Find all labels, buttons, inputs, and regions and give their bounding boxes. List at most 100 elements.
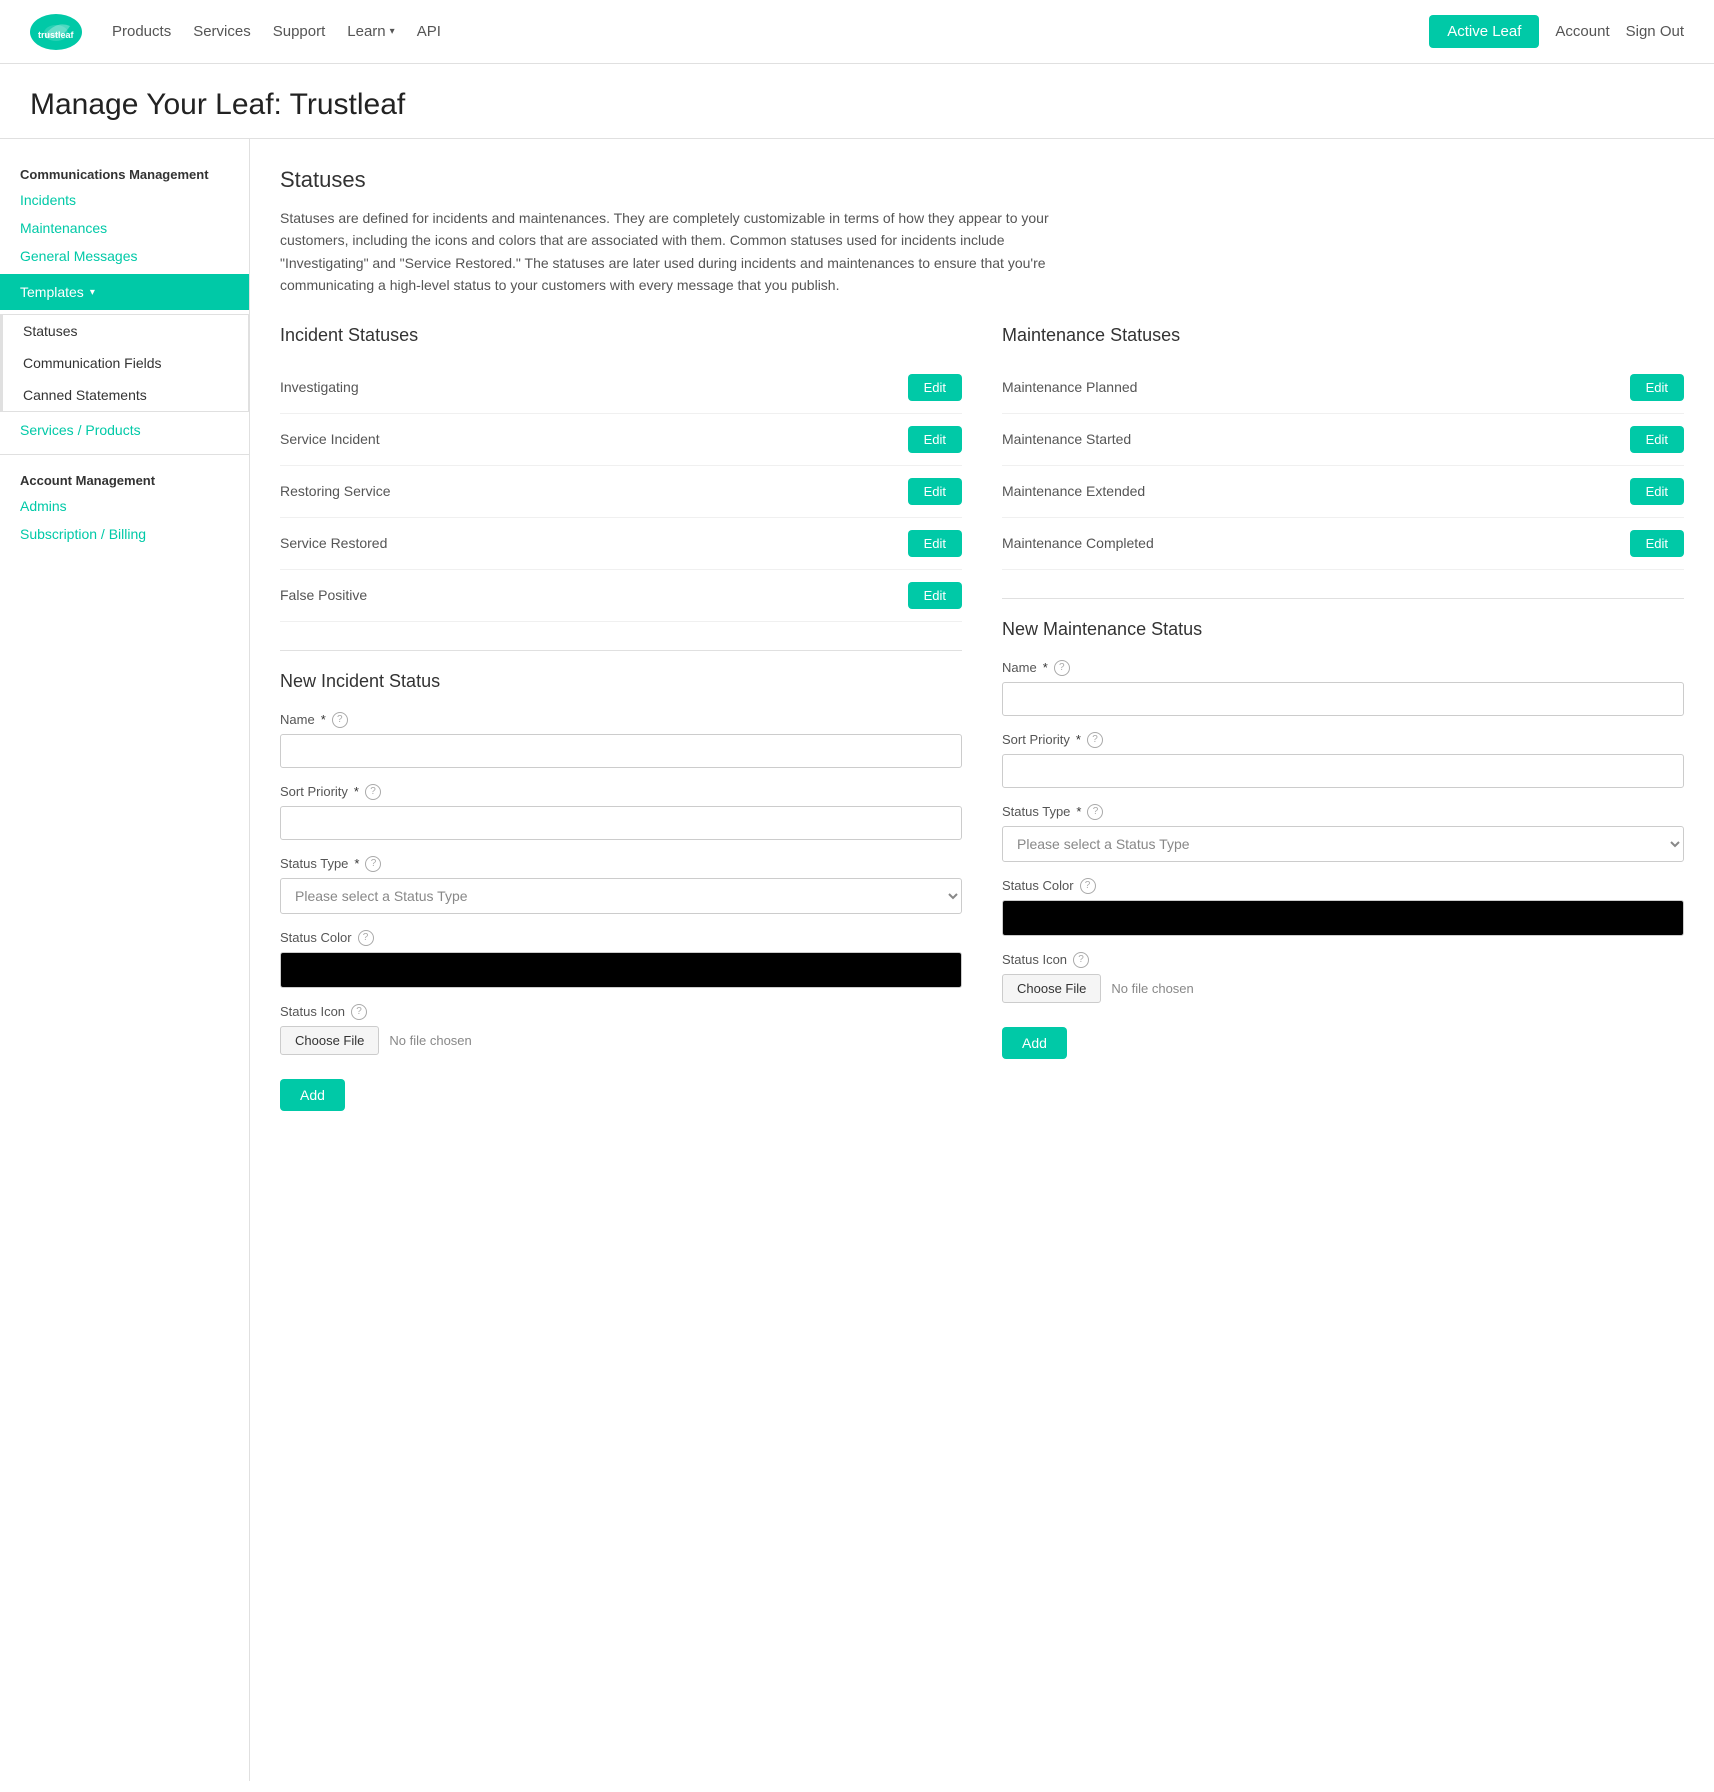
incident-name-input[interactable] [280,734,962,768]
nav-services[interactable]: Services [193,23,251,40]
incident-no-file-text: No file chosen [389,1033,471,1048]
logo[interactable]: trustleaf [30,14,82,50]
table-row: False Positive Edit [280,570,962,622]
edit-restoring-service-button[interactable]: Edit [908,478,962,505]
status-color-help-icon[interactable]: ? [358,930,374,946]
table-row: Investigating Edit [280,362,962,414]
required-star: * [1076,732,1081,747]
status-type-help-icon[interactable]: ? [365,856,381,872]
templates-chevron-icon: ▾ [90,287,95,298]
edit-maintenance-completed-button[interactable]: Edit [1630,530,1684,557]
sidebar-item-statuses[interactable]: Statuses [3,315,248,347]
status-icon-help-icon[interactable]: ? [351,1004,367,1020]
sidebar-templates-button[interactable]: Templates ▾ [0,274,249,310]
maintenance-status-icon-help-icon[interactable]: ? [1073,952,1089,968]
incident-color-swatch[interactable] [280,952,962,988]
incident-status-color-label: Status Color ? [280,930,962,946]
nav-right: Active Leaf Account Sign Out [1429,15,1684,48]
maintenance-status-icon-label: Status Icon ? [1002,952,1684,968]
edit-maintenance-started-button[interactable]: Edit [1630,426,1684,453]
nav-api[interactable]: API [417,23,441,40]
maintenance-choose-file-button[interactable]: Choose File [1002,974,1101,1003]
edit-false-positive-button[interactable]: Edit [908,582,962,609]
new-maintenance-status-section: New Maintenance Status Name * ? Sort Pri… [1002,598,1684,1059]
sidebar-item-general-messages[interactable]: General Messages [0,242,249,270]
table-row: Service Restored Edit [280,518,962,570]
maintenance-status-color-group: Status Color ? [1002,878,1684,936]
incident-choose-file-button[interactable]: Choose File [280,1026,379,1055]
main-content: Statuses Statuses are defined for incide… [250,139,1714,1781]
nav-products[interactable]: Products [112,23,171,40]
incident-status-type-select[interactable]: Please select a Status Type [280,878,962,914]
incident-status-name-0: Investigating [280,379,359,395]
sidebar-item-subscription-billing[interactable]: Subscription / Billing [0,520,249,548]
maintenance-sort-priority-label: Sort Priority * ? [1002,732,1684,748]
incident-file-input-row: Choose File No file chosen [280,1026,962,1055]
page-title-bar: Manage Your Leaf: Trustleaf [0,64,1714,139]
nav-support[interactable]: Support [273,23,326,40]
maintenance-name-input[interactable] [1002,682,1684,716]
edit-service-restored-button[interactable]: Edit [908,530,962,557]
incident-sort-priority-input[interactable] [280,806,962,840]
sidebar-item-services-products[interactable]: Services / Products [0,416,249,444]
learn-chevron-icon: ▾ [390,26,395,37]
sidebar-item-comm-fields[interactable]: Communication Fields [3,347,248,379]
incident-name-group: Name * ? [280,712,962,768]
maintenance-add-button[interactable]: Add [1002,1027,1067,1059]
nav-learn[interactable]: Learn ▾ [347,23,394,40]
table-row: Maintenance Planned Edit [1002,362,1684,414]
incident-status-name-2: Restoring Service [280,483,391,499]
maintenance-status-color-label: Status Color ? [1002,878,1684,894]
name-help-icon[interactable]: ? [332,712,348,728]
maintenance-sort-priority-input[interactable] [1002,754,1684,788]
active-leaf-button[interactable]: Active Leaf [1429,15,1539,48]
incident-statuses-col: Incident Statuses Investigating Edit Ser… [280,325,962,1111]
main-layout: Communications Management Incidents Main… [0,139,1714,1781]
edit-service-incident-button[interactable]: Edit [908,426,962,453]
nav-sign-out[interactable]: Sign Out [1626,23,1684,40]
incident-status-type-label: Status Type * ? [280,856,962,872]
incident-status-color-group: Status Color ? [280,930,962,988]
statuses-description: Statuses are defined for incidents and m… [280,207,1050,297]
sidebar-account-management-title: Account Management [0,465,249,492]
sidebar-divider [0,454,249,455]
edit-maintenance-planned-button[interactable]: Edit [1630,374,1684,401]
required-star: * [1043,660,1048,675]
sidebar-item-incidents[interactable]: Incidents [0,186,249,214]
svg-text:trustleaf: trustleaf [38,30,75,40]
sidebar-item-admins[interactable]: Admins [0,492,249,520]
table-row: Maintenance Completed Edit [1002,518,1684,570]
maintenance-status-color-help-icon[interactable]: ? [1080,878,1096,894]
page-title: Manage Your Leaf: Trustleaf [30,88,1684,122]
required-star: * [321,712,326,727]
table-row: Maintenance Started Edit [1002,414,1684,466]
sidebar-item-maintenances[interactable]: Maintenances [0,214,249,242]
incident-statuses-title: Incident Statuses [280,325,962,346]
nav-account[interactable]: Account [1555,23,1609,40]
maintenance-sort-priority-help-icon[interactable]: ? [1087,732,1103,748]
sidebar-comm-management-title: Communications Management [0,159,249,186]
sidebar: Communications Management Incidents Main… [0,139,250,1781]
maintenance-status-icon-group: Status Icon ? Choose File No file chosen [1002,952,1684,1003]
sort-priority-help-icon[interactable]: ? [365,784,381,800]
required-star: * [354,856,359,871]
maintenance-statuses-title: Maintenance Statuses [1002,325,1684,346]
maintenance-status-name-3: Maintenance Completed [1002,535,1154,551]
edit-investigating-button[interactable]: Edit [908,374,962,401]
maintenance-status-type-help-icon[interactable]: ? [1087,804,1103,820]
maintenance-file-input-row: Choose File No file chosen [1002,974,1684,1003]
maintenance-name-help-icon[interactable]: ? [1054,660,1070,676]
incident-status-name-3: Service Restored [280,535,387,551]
table-row: Service Incident Edit [280,414,962,466]
required-star: * [354,784,359,799]
new-incident-status-section: New Incident Status Name * ? Sort Priori… [280,650,962,1111]
maintenance-status-name-2: Maintenance Extended [1002,483,1145,499]
maintenance-color-swatch[interactable] [1002,900,1684,936]
incident-add-button[interactable]: Add [280,1079,345,1111]
maintenance-status-type-select[interactable]: Please select a Status Type [1002,826,1684,862]
navbar: trustleaf Products Services Support Lear… [0,0,1714,64]
maintenance-name-group: Name * ? [1002,660,1684,716]
edit-maintenance-extended-button[interactable]: Edit [1630,478,1684,505]
sidebar-item-canned-statements[interactable]: Canned Statements [3,379,248,411]
required-star: * [1076,804,1081,819]
